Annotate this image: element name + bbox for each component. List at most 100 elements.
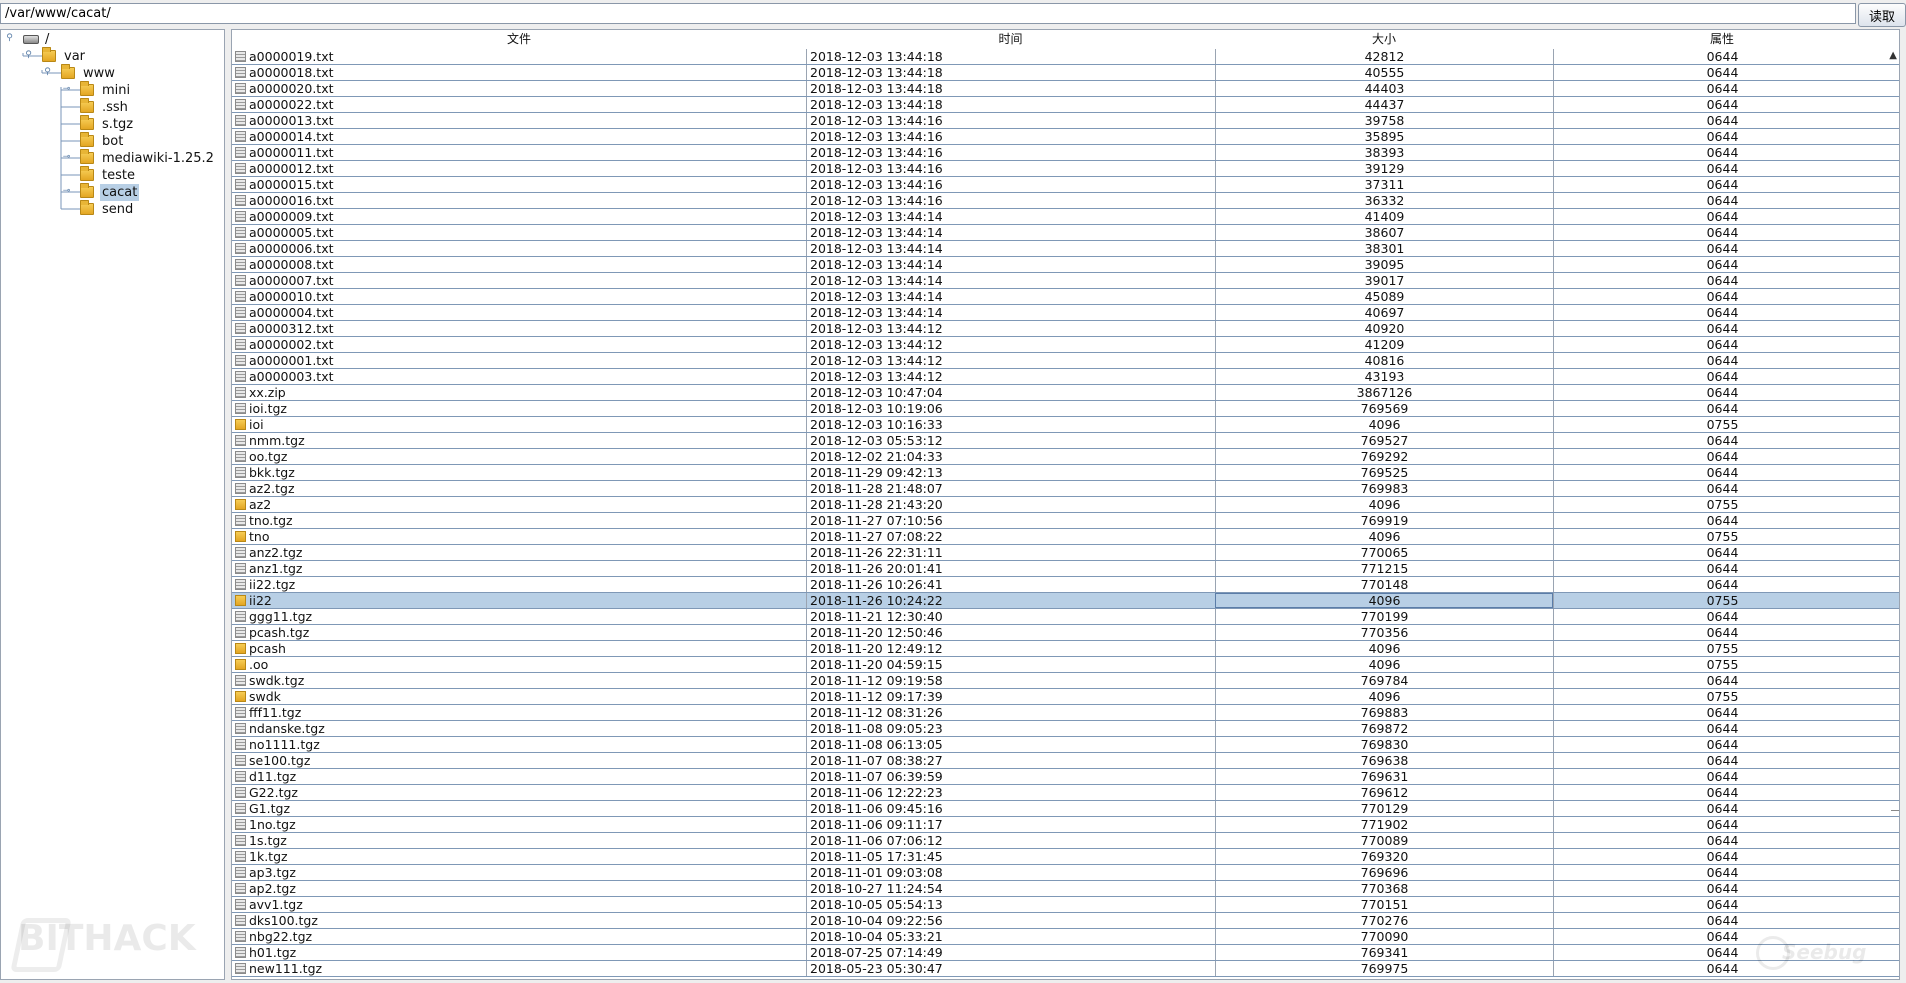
cell-size[interactable]: 771215 bbox=[1215, 561, 1553, 576]
cell-time[interactable]: 2018-11-07 06:39:59 bbox=[806, 769, 1215, 784]
cell-attr[interactable]: 0755 bbox=[1553, 657, 1891, 672]
cell-name[interactable]: a0000004.txt bbox=[232, 305, 806, 320]
cell-time[interactable]: 2018-11-29 09:42:13 bbox=[806, 465, 1215, 480]
cell-time[interactable]: 2018-11-12 08:31:26 bbox=[806, 705, 1215, 720]
tree-expanded-handle-icon[interactable]: ⚲ bbox=[43, 68, 52, 77]
tree-node-label[interactable]: var bbox=[62, 48, 87, 65]
table-row[interactable]: a0000014.txt 2018-12-03 13:44:16 35895 0644 bbox=[232, 129, 1899, 145]
cell-name[interactable]: az2.tgz bbox=[232, 481, 806, 496]
table-row[interactable]: a0000009.txt 2018-12-03 13:44:14 41409 0644 bbox=[232, 209, 1899, 225]
cell-name[interactable]: swdk bbox=[232, 689, 806, 704]
cell-time[interactable]: 2018-11-21 12:30:40 bbox=[806, 609, 1215, 624]
cell-time[interactable]: 2018-11-05 17:31:45 bbox=[806, 849, 1215, 864]
cell-attr[interactable]: 0644 bbox=[1553, 513, 1891, 528]
table-row[interactable]: fff11.tgz 2018-11-12 08:31:26 769883 0644 bbox=[232, 705, 1899, 721]
cell-name[interactable]: a0000011.txt bbox=[232, 145, 806, 160]
cell-size[interactable]: 770356 bbox=[1215, 625, 1553, 640]
cell-time[interactable]: 2018-10-04 05:33:21 bbox=[806, 929, 1215, 944]
table-row[interactable]: ii22 2018-11-26 10:24:22 4096 0755 bbox=[232, 593, 1899, 609]
cell-size[interactable]: 40555 bbox=[1215, 65, 1553, 80]
cell-time[interactable]: 2018-12-03 13:44:14 bbox=[806, 241, 1215, 256]
cell-time[interactable]: 2018-12-03 10:47:04 bbox=[806, 385, 1215, 400]
cell-time[interactable]: 2018-11-06 07:06:12 bbox=[806, 833, 1215, 848]
tree-node-mediawiki-1-25-2[interactable]: ⊸ mediawiki-1.25.2 bbox=[1, 149, 224, 167]
cell-attr[interactable]: 0644 bbox=[1553, 673, 1891, 688]
column-header-name[interactable]: 文件 bbox=[232, 30, 806, 49]
cell-size[interactable]: 40697 bbox=[1215, 305, 1553, 320]
cell-time[interactable]: 2018-12-03 13:44:18 bbox=[806, 81, 1215, 96]
cell-attr[interactable]: 0644 bbox=[1553, 209, 1891, 224]
cell-time[interactable]: 2018-12-03 13:44:14 bbox=[806, 257, 1215, 272]
cell-name[interactable]: a0000001.txt bbox=[232, 353, 806, 368]
table-row[interactable]: a0000004.txt 2018-12-03 13:44:14 40697 0644 bbox=[232, 305, 1899, 321]
cell-time[interactable]: 2018-10-05 05:54:13 bbox=[806, 897, 1215, 912]
cell-size[interactable]: 769527 bbox=[1215, 433, 1553, 448]
cell-attr[interactable]: 0644 bbox=[1553, 897, 1891, 912]
cell-name[interactable]: a0000008.txt bbox=[232, 257, 806, 272]
tree-node-www[interactable]: ⚲ www bbox=[1, 64, 224, 82]
cell-size[interactable]: 769983 bbox=[1215, 481, 1553, 496]
cell-attr[interactable]: 0644 bbox=[1553, 849, 1891, 864]
cell-attr[interactable]: 0644 bbox=[1553, 257, 1891, 272]
cell-time[interactable]: 2018-11-06 09:45:16 bbox=[806, 801, 1215, 816]
cell-time[interactable]: 2018-11-27 07:08:22 bbox=[806, 529, 1215, 544]
cell-attr[interactable]: 0644 bbox=[1553, 401, 1891, 416]
cell-size[interactable]: 39095 bbox=[1215, 257, 1553, 272]
table-row[interactable]: a0000001.txt 2018-12-03 13:44:12 40816 0644 bbox=[232, 353, 1899, 369]
cell-name[interactable]: a0000019.txt bbox=[232, 49, 806, 64]
cell-name[interactable]: ii22 bbox=[232, 593, 806, 608]
table-row[interactable]: pcash 2018-11-20 12:49:12 4096 0755 bbox=[232, 641, 1899, 657]
table-row[interactable]: anz1.tgz 2018-11-26 20:01:41 771215 0644 bbox=[232, 561, 1899, 577]
tree-node-var[interactable]: ⚲ var bbox=[1, 47, 224, 65]
cell-size[interactable]: 36332 bbox=[1215, 193, 1553, 208]
tree-collapsed-handle-icon[interactable]: ⊸ bbox=[62, 187, 71, 196]
cell-size[interactable]: 769784 bbox=[1215, 673, 1553, 688]
tree-node-bot[interactable]: bot bbox=[1, 132, 224, 150]
cell-size[interactable]: 770199 bbox=[1215, 609, 1553, 624]
tree-node-s-tgz[interactable]: s.tgz bbox=[1, 115, 224, 133]
table-row[interactable]: 1s.tgz 2018-11-06 07:06:12 770089 0644 bbox=[232, 833, 1899, 849]
tree-node-cacat[interactable]: ⊸ cacat bbox=[1, 183, 224, 201]
cell-name[interactable]: a0000016.txt bbox=[232, 193, 806, 208]
cell-time[interactable]: 2018-12-03 13:44:18 bbox=[806, 49, 1215, 64]
table-row[interactable]: ggg11.tgz 2018-11-21 12:30:40 770199 0644 bbox=[232, 609, 1899, 625]
table-row[interactable]: anz2.tgz 2018-11-26 22:31:11 770065 0644 bbox=[232, 545, 1899, 561]
cell-time[interactable]: 2018-12-03 13:44:12 bbox=[806, 321, 1215, 336]
cell-size[interactable]: 4096 bbox=[1215, 641, 1553, 656]
cell-name[interactable]: h01.tgz bbox=[232, 945, 806, 960]
tree-node-label[interactable]: send bbox=[100, 201, 135, 218]
table-row[interactable]: a0000002.txt 2018-12-03 13:44:12 41209 0644 bbox=[232, 337, 1899, 353]
cell-attr[interactable]: 0644 bbox=[1553, 177, 1891, 192]
cell-time[interactable]: 2018-12-03 13:44:16 bbox=[806, 113, 1215, 128]
cell-name[interactable]: G22.tgz bbox=[232, 785, 806, 800]
table-row[interactable]: a0000006.txt 2018-12-03 13:44:14 38301 0644 bbox=[232, 241, 1899, 257]
cell-time[interactable]: 2018-12-02 21:04:33 bbox=[806, 449, 1215, 464]
cell-attr[interactable]: 0644 bbox=[1553, 113, 1891, 128]
table-row[interactable]: avv1.tgz 2018-10-05 05:54:13 770151 0644 bbox=[232, 897, 1899, 913]
cell-attr[interactable]: 0644 bbox=[1553, 241, 1891, 256]
table-row[interactable]: a0000020.txt 2018-12-03 13:44:18 44403 0644 bbox=[232, 81, 1899, 97]
table-row[interactable]: a0000015.txt 2018-12-03 13:44:16 37311 0644 bbox=[232, 177, 1899, 193]
cell-attr[interactable]: 0644 bbox=[1553, 97, 1891, 112]
tree-node-send[interactable]: send bbox=[1, 200, 224, 218]
cell-attr[interactable]: 0644 bbox=[1553, 369, 1891, 384]
path-bar[interactable] bbox=[0, 3, 1856, 24]
cell-time[interactable]: 2018-11-26 22:31:11 bbox=[806, 545, 1215, 560]
cell-size[interactable]: 769292 bbox=[1215, 449, 1553, 464]
cell-name[interactable]: ii22.tgz bbox=[232, 577, 806, 592]
table-row[interactable]: nmm.tgz 2018-12-03 05:53:12 769527 0644 bbox=[232, 433, 1899, 449]
cell-name[interactable]: a0000005.txt bbox=[232, 225, 806, 240]
cell-name[interactable]: tno.tgz bbox=[232, 513, 806, 528]
cell-attr[interactable]: 0644 bbox=[1553, 145, 1891, 160]
cell-name[interactable]: a0000014.txt bbox=[232, 129, 806, 144]
table-row[interactable]: ii22.tgz 2018-11-26 10:26:41 770148 0644 bbox=[232, 577, 1899, 593]
tree-node-ssh[interactable]: .ssh bbox=[1, 98, 224, 116]
cell-time[interactable]: 2018-10-04 09:22:56 bbox=[806, 913, 1215, 928]
cell-name[interactable]: anz1.tgz bbox=[232, 561, 806, 576]
cell-time[interactable]: 2018-07-25 07:14:49 bbox=[806, 945, 1215, 960]
cell-attr[interactable]: 0755 bbox=[1553, 641, 1891, 656]
cell-time[interactable]: 2018-11-12 09:19:58 bbox=[806, 673, 1215, 688]
cell-size[interactable]: 39017 bbox=[1215, 273, 1553, 288]
tree-node-label[interactable]: mediawiki-1.25.2 bbox=[100, 150, 216, 167]
cell-name[interactable]: ndanske.tgz bbox=[232, 721, 806, 736]
